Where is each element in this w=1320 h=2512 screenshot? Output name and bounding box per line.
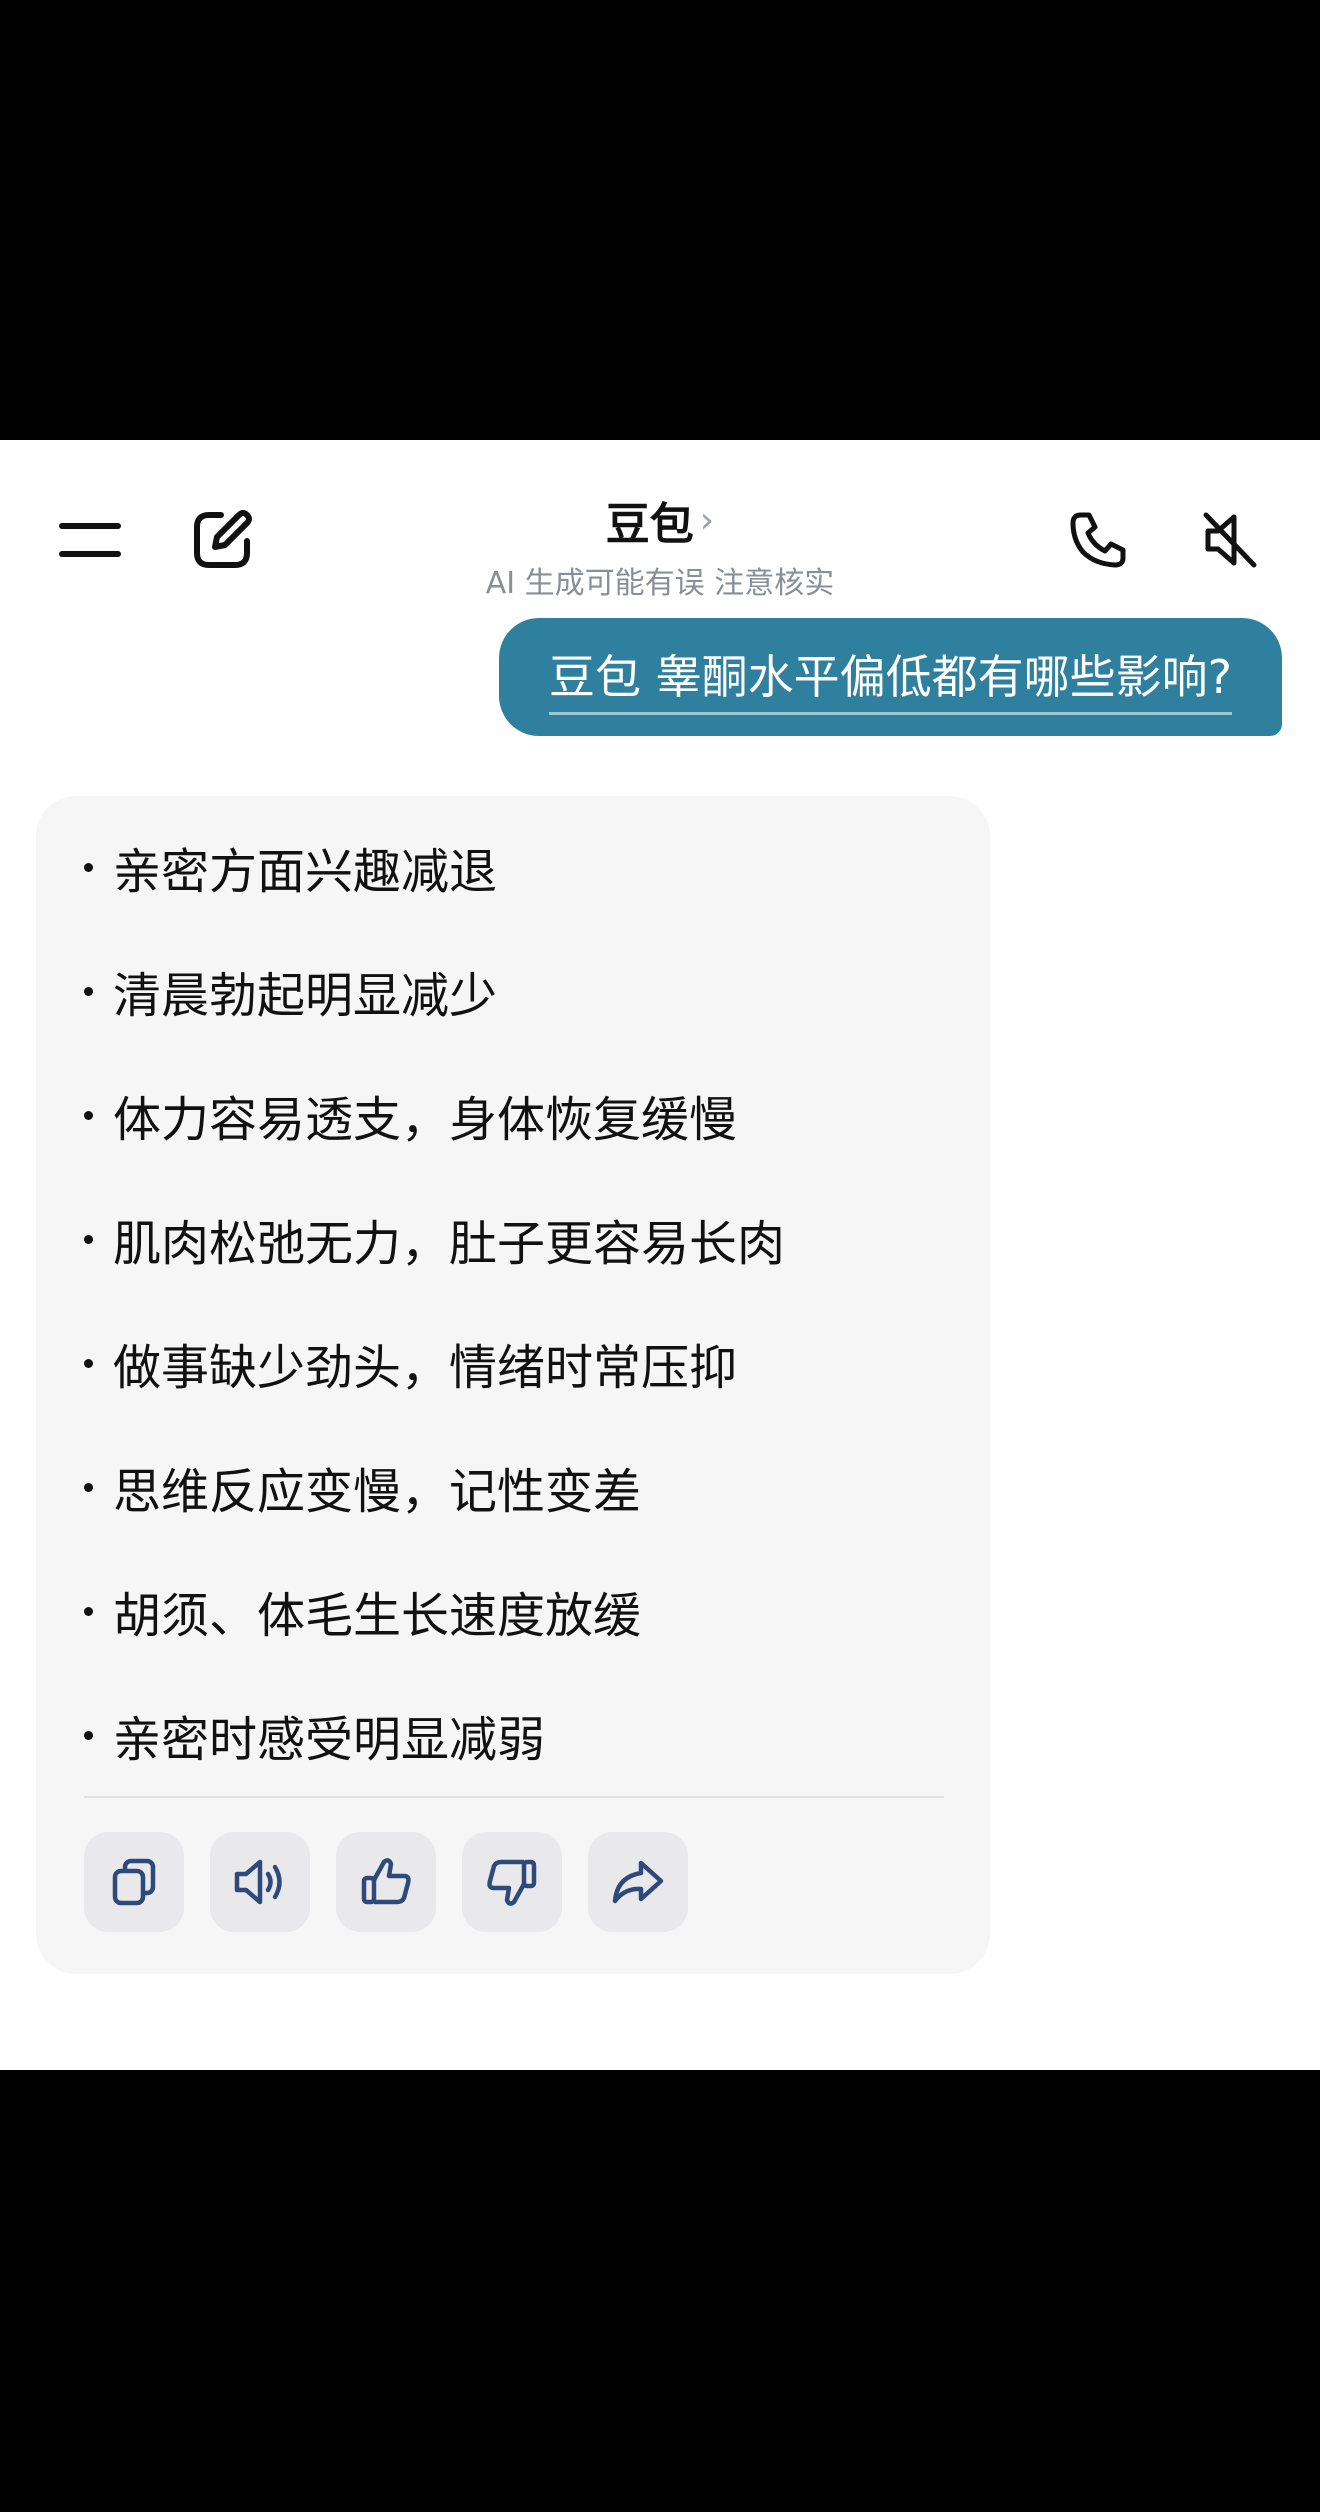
bullet-icon [84,986,93,996]
list-item: 亲密时感受明显减弱 [84,1700,545,1770]
ai-disclaimer: AI 生成可能有误 注意核实 [485,566,835,601]
user-message-text: 豆包 睾酮水平偏低都有哪些影响? [548,650,1232,715]
copy-icon [112,1858,156,1906]
list-item-text: 体力容易透支，身体恢复缓慢 [113,1092,738,1148]
thumbs-up-icon [361,1858,411,1905]
list-item: 思维反应变慢，记性变差 [84,1452,641,1522]
list-item: 清晨勃起明显减少 [84,956,497,1026]
list-item-text: 做事缺少劲头，情绪时常压抑 [113,1340,738,1396]
dislike-button[interactable] [462,1832,562,1932]
chat-screen: 豆包 › AI 生成可能有误 注意核实 豆包 睾酮水平偏低都有哪些影响? 亲密方… [0,440,1320,2070]
answer-action-bar [84,1832,688,1932]
list-item-text: 肌肉松弛无力，肚子更容易长肉 [113,1216,786,1272]
list-item-text: 亲密时感受明显减弱 [113,1712,546,1768]
menu-icon [59,523,121,557]
bullet-icon [84,1110,93,1120]
bullet-icon [84,1730,93,1740]
share-icon [612,1860,664,1904]
menu-button[interactable] [50,500,130,580]
top-black-bar [0,0,1320,440]
page-title: 豆包 [605,499,694,550]
user-message-bubble[interactable]: 豆包 睾酮水平偏低都有哪些影响? [498,618,1282,736]
list-item: 肌肉松弛无力，肚子更容易长肉 [84,1204,785,1274]
bullet-icon [84,1234,93,1244]
chevron-right-icon: › [699,499,715,541]
list-item: 胡须、体毛生长速度放缓 [84,1576,641,1646]
bullet-icon [84,1606,93,1616]
bullet-icon [84,1358,93,1368]
thumbs-down-icon [487,1859,537,1906]
speaker-muted-icon [1203,512,1257,568]
like-button[interactable] [336,1832,436,1932]
list-item: 体力容易透支，身体恢复缓慢 [84,1080,737,1150]
read-aloud-button[interactable] [210,1832,310,1932]
share-button[interactable] [588,1832,688,1932]
answer-divider [84,1796,944,1798]
copy-button[interactable] [84,1832,184,1932]
bottom-black-bar [0,2070,1320,2512]
list-item: 亲密方面兴趣减退 [84,832,497,902]
bullet-icon [84,1482,93,1492]
assistant-answer-card: 亲密方面兴趣减退 清晨勃起明显减少 体力容易透支，身体恢复缓慢 肌肉松弛无力，肚… [36,796,990,1974]
voice-call-button[interactable] [1058,500,1138,580]
new-chat-button[interactable] [182,500,262,580]
list-item-text: 胡须、体毛生长速度放缓 [113,1588,642,1644]
speaker-icon [234,1859,282,1905]
list-item: 做事缺少劲头，情绪时常压抑 [84,1328,737,1398]
edit-icon [194,510,252,568]
mute-toggle-button[interactable] [1190,500,1270,580]
list-item-text: 清晨勃起明显减少 [113,968,498,1024]
list-item-text: 思维反应变慢，记性变差 [113,1464,642,1520]
list-item-text: 亲密方面兴趣减退 [113,844,498,900]
bot-name-link[interactable]: 豆包 › [606,488,714,552]
chat-title-area: 豆包 › AI 生成可能有误 注意核实 [360,488,960,602]
phone-icon [1070,512,1126,568]
bullet-icon [84,862,93,872]
